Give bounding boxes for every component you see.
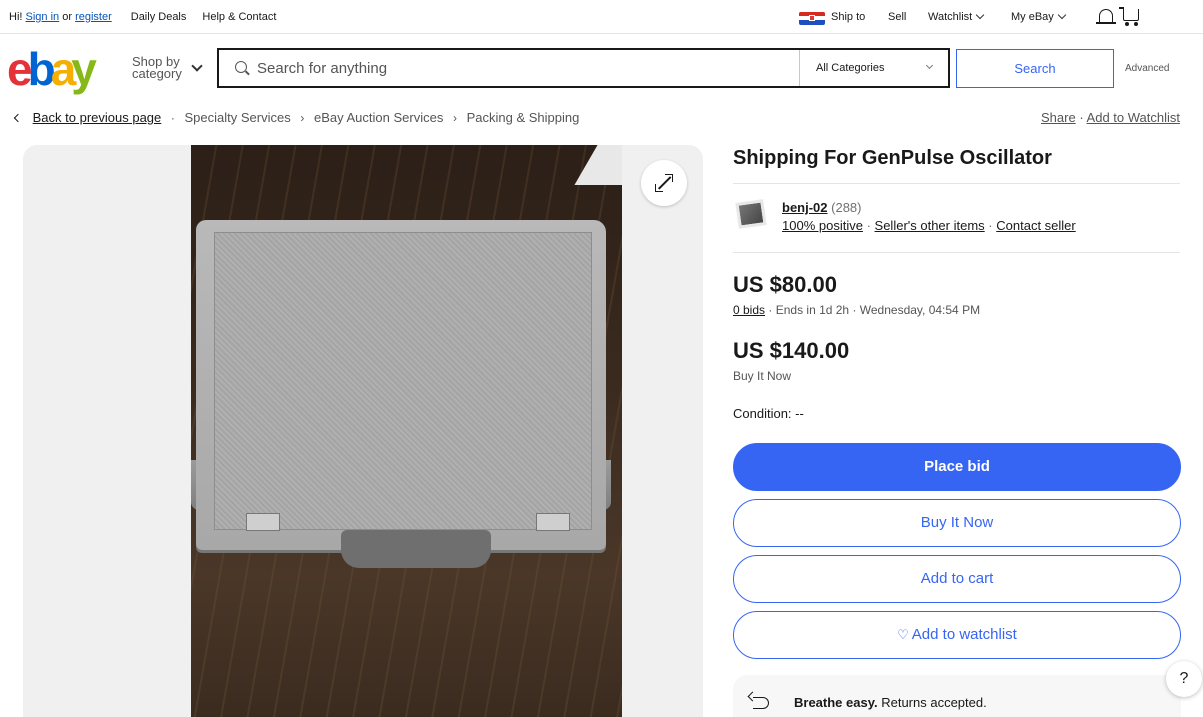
breadcrumb: Back to previous page · Specialty Servic… <box>11 110 579 125</box>
returns-rest: Returns accepted. <box>881 695 987 710</box>
search-icon <box>235 61 247 73</box>
category-select-value: All Categories <box>816 62 885 74</box>
return-arrow-icon <box>753 697 769 709</box>
greeting-prefix: Hi! <box>9 11 23 23</box>
link-separator: · <box>866 218 875 233</box>
buy-it-now-price: US $140.00 <box>733 338 850 363</box>
ship-to-link[interactable]: Ship to <box>831 11 865 23</box>
returns-banner: Breathe easy. Returns accepted. <box>733 675 1181 717</box>
cart-icon[interactable] <box>1119 7 1139 26</box>
category-select[interactable]: All Categories <box>799 50 950 86</box>
product-image[interactable] <box>191 145 622 717</box>
add-to-watchlist-button[interactable]: ♡ Add to watchlist <box>733 611 1181 659</box>
expand-image-icon[interactable] <box>641 160 687 206</box>
my-ebay-menu[interactable]: My eBay <box>1011 10 1067 23</box>
advanced-search-link[interactable]: Advanced <box>1125 63 1169 74</box>
seller-feedback-count: (288) <box>831 200 862 215</box>
shop-by-category-button[interactable]: Shop by category <box>132 55 182 81</box>
seller-links: 100% positive · Seller's other items · C… <box>782 218 1076 233</box>
chevron-right-icon: › <box>452 111 457 125</box>
ebay-logo[interactable]: ebay <box>7 46 97 92</box>
register-link[interactable]: register <box>75 11 112 23</box>
heart-icon: ♡ <box>897 627 909 642</box>
bell-icon[interactable] <box>1096 9 1116 24</box>
sell-link[interactable]: Sell <box>888 11 906 23</box>
listing-title: Shipping For GenPulse Oscillator <box>733 147 1052 169</box>
chevron-down-icon <box>1057 10 1067 20</box>
add-to-cart-button[interactable]: Add to cart <box>733 555 1181 603</box>
chevron-right-icon: › <box>300 111 305 125</box>
buy-it-now-label: Buy It Now <box>733 369 792 383</box>
breadcrumb-item[interactable]: Specialty Services <box>185 110 291 125</box>
share-link[interactable]: Share <box>1041 110 1076 125</box>
daily-deals-link[interactable]: Daily Deals <box>131 11 187 23</box>
add-to-watchlist-label: Add to watchlist <box>911 626 1017 643</box>
auction-end-time: Ends in 1d 2h · Wednesday, 04:54 PM <box>775 303 981 317</box>
chevron-down-icon[interactable] <box>191 60 203 72</box>
condition: Condition: -- <box>733 406 804 421</box>
chevron-down-icon <box>925 61 934 70</box>
search-button[interactable]: Search <box>956 49 1114 88</box>
place-bid-button[interactable]: Place bid <box>733 443 1181 491</box>
help-contact-link[interactable]: Help & Contact <box>202 11 276 23</box>
divider <box>733 183 1180 184</box>
watchlist-label: Watchlist <box>928 11 973 23</box>
seller-name-link[interactable]: benj-02 <box>782 200 828 215</box>
returns-text: Breathe easy. Returns accepted. <box>794 695 987 710</box>
bids-link[interactable]: 0 bids <box>733 303 765 317</box>
greeting-or: or <box>62 11 72 23</box>
search-bar: All Categories <box>217 48 950 88</box>
breadcrumb-item[interactable]: eBay Auction Services <box>314 110 443 125</box>
watchlist-menu[interactable]: Watchlist <box>928 10 985 23</box>
search-input[interactable] <box>257 50 797 86</box>
bid-separator: · <box>768 303 776 317</box>
shop-by-line2: category <box>132 66 182 81</box>
breadcrumb-item[interactable]: Packing & Shipping <box>467 110 580 125</box>
contact-seller-link[interactable]: Contact seller <box>996 218 1075 233</box>
share-watchlist-row: Share · Add to Watchlist <box>1041 110 1180 125</box>
back-to-previous-page-link[interactable]: Back to previous page <box>33 110 162 125</box>
chevron-left-icon[interactable] <box>13 113 23 123</box>
help-button[interactable]: ? <box>1166 661 1202 697</box>
add-to-watchlist-link[interactable]: Add to Watchlist <box>1087 110 1180 125</box>
greeting: Hi! Sign in or register <box>9 11 112 23</box>
country-flag-icon[interactable] <box>799 12 825 25</box>
sign-in-link[interactable]: Sign in <box>26 11 60 23</box>
seller-positive-link[interactable]: 100% positive <box>782 218 863 233</box>
returns-bold: Breathe easy. <box>794 695 878 710</box>
share-separator: · <box>1079 110 1087 125</box>
breadcrumb-separator: · <box>170 111 175 125</box>
my-ebay-label: My eBay <box>1011 11 1054 23</box>
chevron-down-icon <box>975 10 985 20</box>
divider <box>733 252 1180 253</box>
seller-info: benj-02 (288) <box>782 200 862 215</box>
image-gallery <box>23 145 703 717</box>
bid-info: 0 bids · Ends in 1d 2h · Wednesday, 04:5… <box>733 303 980 317</box>
auction-price: US $80.00 <box>733 272 837 297</box>
buy-it-now-button[interactable]: Buy It Now <box>733 499 1181 547</box>
seller-avatar[interactable] <box>735 199 767 229</box>
seller-other-items-link[interactable]: Seller's other items <box>875 218 985 233</box>
